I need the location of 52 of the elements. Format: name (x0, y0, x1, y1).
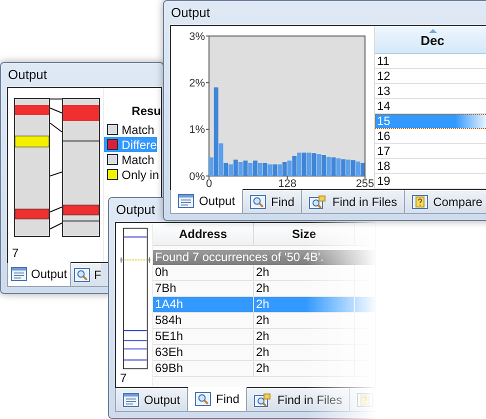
window-title: Output (115, 201, 156, 219)
table-row[interactable]: 18 (375, 159, 486, 174)
output-tab[interactable]: Output (8, 262, 72, 286)
column-header[interactable]: Address (153, 223, 254, 245)
output-tab[interactable]: Compare (405, 190, 486, 213)
legend-item[interactable]: Match (104, 122, 154, 137)
table-row[interactable]: 17 (375, 144, 486, 159)
search-icon (250, 194, 266, 208)
x-tick-label: 0 (206, 178, 212, 189)
output-tab[interactable]: Output (171, 189, 244, 213)
search-icon (74, 268, 90, 282)
window-icon (123, 392, 139, 406)
y-tick-label: 3% (189, 30, 205, 43)
sort-arrow-icon (428, 29, 436, 33)
legend-item[interactable]: Match (104, 152, 154, 167)
y-tick-label: 2% (189, 77, 205, 90)
column-header[interactable]: Dec (375, 26, 486, 54)
x-tick-label: 128 (278, 178, 296, 189)
x-tick-label: 255 (356, 178, 374, 189)
output-tab[interactable]: Find in Files (302, 190, 406, 213)
output-tab[interactable]: F (71, 263, 102, 286)
window-icon (11, 267, 27, 281)
table-row[interactable]: 0h 2h (153, 265, 375, 281)
result-count: 7 (119, 371, 128, 387)
window-title: Output (7, 66, 48, 84)
table-row[interactable]: 19 (375, 174, 486, 189)
window-title: Output (170, 4, 210, 22)
folder-search-icon (309, 194, 328, 208)
output-tab[interactable]: Find (188, 387, 248, 411)
question-icon (412, 194, 428, 208)
column-header[interactable]: Size (254, 223, 355, 245)
output-tab[interactable]: Find (243, 190, 302, 213)
table-row[interactable]: 584h 2h (153, 313, 375, 329)
folder-search-icon (254, 392, 272, 406)
table-row[interactable]: 69Bh 2h (153, 361, 375, 377)
table-row[interactable]: 11 (375, 54, 486, 69)
group-header: Found 7 occurrences of '50 4B'. (153, 250, 375, 265)
y-tick-label: 0% (189, 170, 205, 183)
y-tick-label: 1% (189, 124, 205, 136)
table-row[interactable]: 63Eh 2h (153, 345, 375, 361)
output-tab[interactable]: Output (116, 388, 188, 411)
table-row[interactable]: 16 (375, 129, 486, 144)
question-icon (357, 392, 374, 406)
search-icon (195, 392, 212, 406)
table-row[interactable]: 5E1h 2h (153, 329, 375, 345)
result-count: 7 (11, 246, 20, 262)
table-row[interactable]: 13 (375, 84, 486, 99)
table-row[interactable]: 12 (375, 69, 486, 84)
legend-item[interactable]: Only in (104, 167, 160, 182)
column-header: Resu (132, 103, 161, 120)
output-tab[interactable]: Find in Files (247, 388, 350, 411)
window-icon (178, 194, 194, 208)
